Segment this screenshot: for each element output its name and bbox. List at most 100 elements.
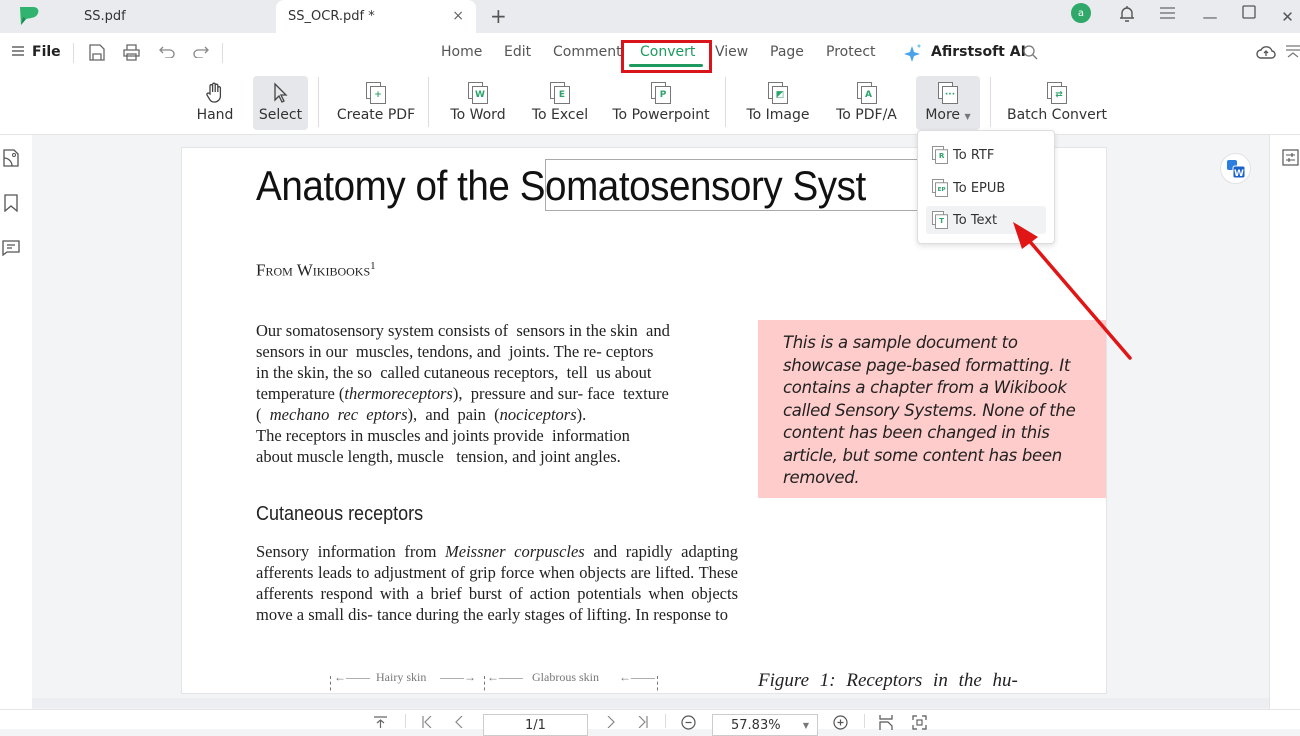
button-label: More (925, 107, 961, 123)
text-line: sensors in our muscles, tendons, and joi… (256, 342, 654, 361)
nav-edit[interactable]: Edit (504, 44, 531, 60)
nav-afirstsoft-ai[interactable]: Afirstsoft AI (931, 44, 1026, 60)
svg-text:W: W (1234, 169, 1244, 179)
tab-ss-pdf[interactable]: SS.pdf (60, 0, 270, 33)
select-tool-button[interactable]: Select (253, 76, 308, 130)
document-subtitle: From Wikibooks1 (256, 260, 376, 280)
cursor-icon (273, 82, 288, 103)
tab-label: SS_OCR.pdf * (288, 9, 375, 24)
zoom-value: 57.83% (731, 717, 781, 733)
collapse-ribbon-icon[interactable] (1286, 45, 1300, 59)
button-label: To Powerpoint (612, 107, 710, 123)
text-line: Our somatosensory system consists of sen… (256, 321, 670, 340)
nav-home[interactable]: Home (441, 44, 482, 60)
tab-label: SS.pdf (84, 9, 126, 24)
hand-tool-button[interactable]: Hand (190, 76, 240, 130)
fullscreen-icon[interactable] (912, 715, 927, 730)
tab-ss-ocr-pdf[interactable]: SS_OCR.pdf * × (276, 0, 476, 33)
text-line: temperature (thermoreceptors), pressure … (256, 384, 669, 403)
menu-item-label: To RTF (953, 147, 995, 163)
figure-caption: Figure 1: Receptors in the hu- (758, 670, 1018, 691)
title-bar: SS.pdf SS_OCR.pdf * × + a — ✕ (0, 0, 1300, 33)
document-title: Anatomy of the Somatosensory Syst (256, 162, 866, 209)
to-excel-button[interactable]: E To Excel (528, 76, 592, 130)
nav-page[interactable]: Page (770, 44, 804, 60)
menu-item-label: To Text (953, 212, 998, 228)
scroll-to-top-icon[interactable] (374, 716, 387, 728)
redo-icon[interactable] (193, 46, 209, 58)
hamburger-icon[interactable] (12, 46, 24, 56)
cloud-upload-icon[interactable] (1256, 44, 1276, 60)
translate-button[interactable]: W (1220, 153, 1251, 184)
comment-icon[interactable] (2, 240, 20, 256)
close-window-button[interactable]: ✕ (1275, 0, 1300, 33)
menu-item-to-epub[interactable]: EP To EPUB (926, 174, 1046, 202)
minimize-button[interactable]: — (1195, 0, 1225, 33)
print-icon[interactable] (123, 44, 140, 61)
arrow-left: ←—— (487, 670, 523, 684)
text-line: in the skin, the so called cutaneous rec… (256, 363, 652, 382)
bookmark-icon[interactable] (4, 194, 18, 212)
left-sidebar (0, 135, 32, 729)
next-page-icon[interactable] (607, 716, 615, 728)
thumbnail-icon[interactable] (3, 149, 19, 167)
nav-view[interactable]: View (715, 44, 748, 60)
arrow-right: ——→ (440, 670, 476, 684)
undo-icon[interactable] (159, 46, 175, 58)
text-line: The receptors in muscles and joints prov… (256, 426, 630, 445)
first-page-icon[interactable] (422, 716, 432, 728)
maximize-icon[interactable] (1242, 5, 1256, 19)
more-icon: ··· (938, 82, 958, 104)
page-number-input[interactable]: 1/1 (483, 714, 588, 736)
text-line: about muscle length, muscle tension, and… (256, 447, 621, 466)
hand-icon (206, 82, 222, 103)
to-pdfa-button[interactable]: A To PDF/A (830, 76, 903, 130)
properties-icon[interactable] (1282, 149, 1299, 166)
to-word-button[interactable]: W To Word (445, 76, 511, 130)
new-tab-icon[interactable]: + (490, 4, 507, 28)
create-pdf-icon: + (366, 82, 386, 104)
to-image-button[interactable]: ◩ To Image (743, 76, 813, 130)
prev-page-icon[interactable] (455, 716, 463, 728)
close-tab-icon[interactable]: × (452, 8, 464, 24)
right-sidebar (1269, 135, 1300, 729)
section-heading: Cutaneous receptors (256, 503, 424, 525)
zoom-in-icon[interactable] (833, 715, 848, 730)
to-powerpoint-button[interactable]: P To Powerpoint (609, 76, 713, 130)
word-icon: W (468, 82, 488, 104)
zoom-out-icon[interactable] (681, 715, 696, 730)
batch-convert-button[interactable]: ⇄ Batch Convert (1006, 76, 1108, 130)
search-icon[interactable] (1023, 45, 1038, 60)
button-label: Batch Convert (1006, 107, 1108, 123)
footnote-marker: 1 (370, 260, 376, 272)
save-icon[interactable] (89, 44, 105, 61)
avatar[interactable]: a (1071, 3, 1091, 23)
annotation-arrow (1013, 222, 1132, 360)
zoom-select[interactable]: 57.83% ▼ (712, 714, 818, 736)
figure-label-hairy: Hairy skin (376, 670, 427, 684)
nav-protect[interactable]: Protect (826, 44, 876, 60)
arrow-left: ←—— (334, 670, 370, 684)
batch-convert-icon: ⇄ (1047, 82, 1067, 104)
button-label: To Excel (531, 107, 589, 123)
intro-paragraph: Our somatosensory system consists of sen… (256, 320, 746, 467)
figure-label-glabrous: Glabrous skin (532, 670, 599, 684)
menu-item-to-rtf[interactable]: R To RTF (926, 141, 1046, 169)
highlight-box (621, 40, 712, 73)
caret-down-icon: ▼ (964, 112, 971, 121)
fit-page-icon[interactable] (879, 715, 893, 730)
last-page-icon[interactable] (638, 716, 648, 728)
menu-icon[interactable] (1160, 7, 1175, 19)
more-button[interactable]: ··· More ▼ (916, 76, 980, 130)
powerpoint-icon: P (651, 82, 671, 104)
button-label: Select (258, 107, 303, 123)
arrow-left: ←—— (619, 670, 655, 684)
nav-comment[interactable]: Comment (553, 44, 622, 60)
excel-icon: E (550, 82, 570, 104)
bottom-toolbar: 1/1 57.83% ▼ (0, 709, 1300, 736)
bell-icon[interactable] (1119, 5, 1135, 23)
horizontal-scrollbar[interactable] (32, 698, 1269, 708)
file-menu[interactable]: File (32, 44, 61, 60)
cutaneous-paragraph: Sensory information from Meissner corpus… (256, 542, 738, 624)
create-pdf-button[interactable]: + Create PDF (335, 76, 417, 130)
